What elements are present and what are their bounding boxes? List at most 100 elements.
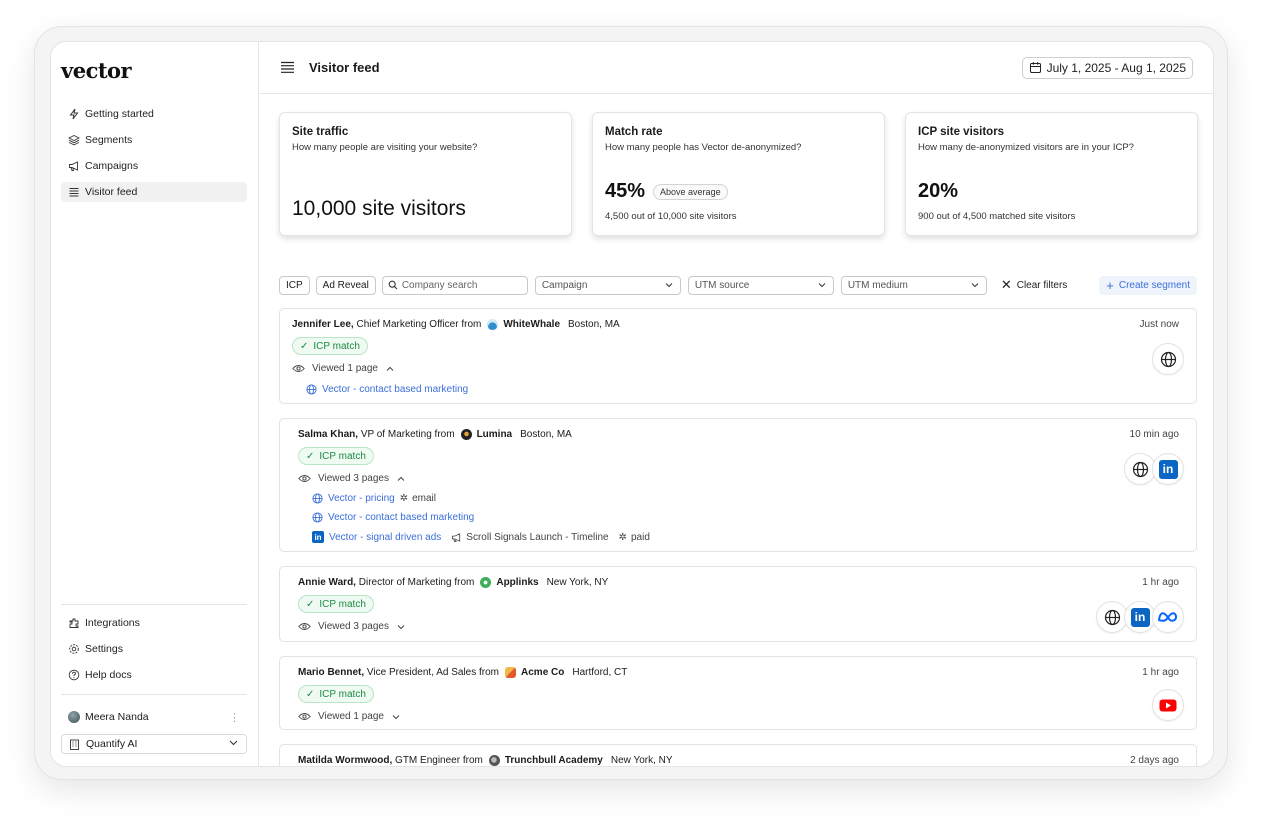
page-header: Visitor feed July 1, 2025 - Aug 1, 2025 [260, 42, 1213, 94]
company-name: Trunchbull Academy [504, 755, 603, 766]
visitor-info: Jennifer Lee, Chief Marketing Officer fr… [292, 319, 620, 330]
sidebar-item-help-docs[interactable]: Help docs [61, 665, 247, 685]
visitor-card[interactable]: Annie Ward, Director of Marketing from A… [279, 566, 1197, 642]
menu-icon[interactable] [280, 61, 295, 74]
sidebar-item-getting-started[interactable]: Getting started [61, 104, 247, 124]
meta-source-icon [1152, 601, 1184, 633]
utm-tag: ✲ email [400, 493, 436, 504]
youtube-source-icon [1152, 689, 1184, 721]
company-name: Acme Co [521, 667, 565, 678]
eye-icon [298, 712, 311, 721]
visitor-location: New York, NY [610, 755, 673, 766]
clear-filters-button[interactable]: ✕ Clear filters [1001, 277, 1067, 293]
company-link[interactable]: Lumina [460, 429, 513, 440]
megaphone-icon [68, 160, 80, 172]
search-input[interactable] [401, 279, 522, 291]
visit-time: Just now [1139, 319, 1179, 330]
visitor-name: Salma Khan, [298, 429, 359, 440]
chevron-up-icon [396, 474, 406, 484]
plus-icon: + [1106, 277, 1114, 293]
chevron-down-icon [664, 280, 674, 290]
company-link[interactable]: WhiteWhale [487, 319, 560, 330]
check-icon: ✓ [306, 450, 315, 462]
utm-source-select[interactable]: UTM source [687, 275, 834, 295]
card-subtext: 4,500 out of 10,000 site visitors [605, 211, 737, 222]
gear-icon [68, 643, 80, 655]
page-link[interactable]: Vector - signal driven ads [329, 532, 441, 543]
viewed-pages-toggle[interactable]: Viewed 3 pages [298, 473, 406, 484]
visitor-card[interactable]: Salma Khan, VP of Marketing from Lumina … [279, 418, 1197, 552]
megaphone-icon [451, 532, 462, 543]
ad-reveal-filter-chip[interactable]: Ad Reveal [315, 275, 376, 295]
sidebar-item-settings[interactable]: Settings [61, 639, 247, 659]
chevron-down-icon [391, 712, 401, 722]
icp-filter-chip[interactable]: ICP [279, 275, 310, 295]
campaign-select[interactable]: Campaign [534, 275, 681, 295]
select-label: UTM source [694, 279, 750, 291]
company-name: Lumina [476, 429, 513, 440]
org-switcher[interactable]: Quantify AI [61, 734, 247, 754]
sidebar-item-campaigns[interactable]: Campaigns [61, 156, 247, 176]
icp-match-badge: ✓ ICP match [298, 685, 374, 703]
company-link[interactable]: Trunchbull Academy [488, 755, 603, 766]
help-icon [68, 669, 80, 681]
viewed-pages-toggle[interactable]: Viewed 3 pages [298, 621, 406, 632]
page-link[interactable]: Vector - pricing [328, 493, 395, 504]
search-icon [388, 280, 398, 290]
utm-label: email [412, 493, 436, 504]
company-link[interactable]: Applinks [480, 577, 539, 588]
vector-logo[interactable]: vector [61, 58, 132, 83]
device-frame: vector Getting started Segments Campaign… [34, 26, 1228, 780]
bolt-icon [68, 108, 80, 120]
company-search[interactable] [381, 275, 528, 295]
page-visit-row: Vector - contact based marketing [312, 512, 474, 523]
company-logo-icon [505, 667, 517, 678]
visitor-card[interactable]: Mario Bennet, Vice President, Ad Sales f… [279, 656, 1197, 730]
user-name: Meera Nanda [85, 711, 149, 723]
date-range-picker[interactable]: July 1, 2025 - Aug 1, 2025 [1021, 56, 1193, 79]
visitor-card[interactable]: Matilda Wormwood, GTM Engineer from Trun… [279, 744, 1197, 766]
company-link[interactable]: Acme Co [505, 667, 564, 678]
viewed-pages-toggle[interactable]: Viewed 1 page [292, 363, 395, 374]
select-label: Campaign [541, 279, 588, 291]
utm-label: paid [630, 531, 650, 543]
traffic-sources: in [1124, 453, 1184, 485]
visitor-name: Matilda Wormwood, [298, 755, 393, 766]
page-link[interactable]: Vector - contact based marketing [322, 384, 468, 395]
clear-filters-label: Clear filters [1016, 279, 1068, 291]
globe-icon [306, 384, 317, 395]
user-menu[interactable]: Meera Nanda ⋮ [61, 708, 247, 726]
building-icon [69, 739, 80, 750]
company-logo-icon [488, 755, 500, 766]
status-badge: Above average [653, 183, 728, 200]
visitor-name: Annie Ward, [298, 577, 356, 588]
visitor-info: Mario Bennet, Vice President, Ad Sales f… [298, 667, 627, 678]
icp-match-badge: ✓ ICP match [292, 337, 368, 355]
match-rate-card: Match rate How many people has Vector de… [592, 112, 885, 236]
visit-time: 2 days ago [1130, 755, 1179, 766]
sidebar-bottom-nav: Integrations Settings Help docs [61, 613, 247, 691]
visitor-name: Jennifer Lee, [292, 319, 354, 330]
sidebar-nav: Getting started Segments Campaigns Visit… [61, 104, 247, 208]
utm-medium-select[interactable]: UTM medium [840, 275, 987, 295]
viewed-label: Viewed 1 page [312, 363, 378, 374]
sidebar-item-label: Visitor feed [85, 186, 138, 198]
viewed-pages-toggle[interactable]: Viewed 1 page [298, 711, 401, 722]
sidebar-item-segments[interactable]: Segments [61, 130, 247, 150]
card-value-row: 45% Above average [605, 180, 728, 203]
date-range-label: July 1, 2025 - Aug 1, 2025 [1046, 60, 1186, 75]
card-title: Site traffic [292, 126, 349, 138]
company-name: WhiteWhale [503, 319, 561, 330]
viewed-label: Viewed 1 page [318, 711, 384, 722]
icp-match-badge: ✓ ICP match [298, 447, 374, 465]
visitor-card[interactable]: Jennifer Lee, Chief Marketing Officer fr… [279, 308, 1197, 404]
sidebar-item-visitor-feed[interactable]: Visitor feed [61, 182, 247, 202]
visit-time: 1 hr ago [1142, 577, 1179, 588]
visitor-feed-list: Jennifer Lee, Chief Marketing Officer fr… [279, 308, 1197, 766]
visitor-info: Salma Khan, VP of Marketing from Lumina … [298, 429, 572, 440]
sidebar-item-label: Segments [85, 134, 133, 146]
create-segment-button[interactable]: + Create segment [1099, 275, 1197, 295]
page-link[interactable]: Vector - contact based marketing [328, 512, 474, 523]
sidebar-item-integrations[interactable]: Integrations [61, 613, 247, 633]
more-options-icon[interactable]: ⋮ [229, 711, 240, 724]
